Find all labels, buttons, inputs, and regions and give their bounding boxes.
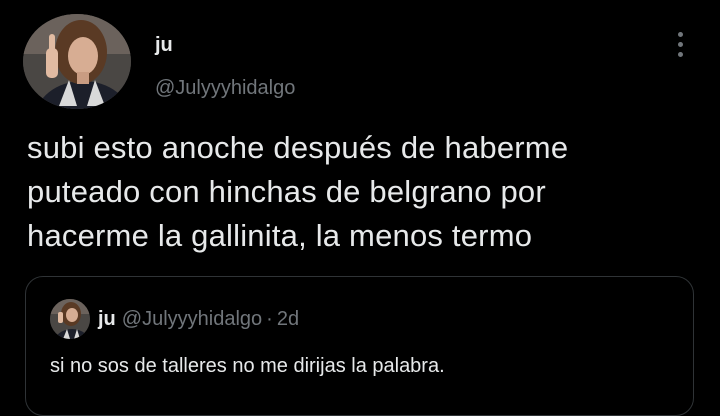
avatar[interactable] [23,14,131,109]
quoted-timestamp[interactable]: 2d [277,308,299,330]
quoted-display-name[interactable]: ju [98,308,116,330]
quoted-separator: · [266,308,273,330]
author-display-name[interactable]: ju [155,34,173,56]
quoted-header: ju @Julyyyhidalgo · 2d [98,307,299,331]
quoted-avatar[interactable] [50,299,90,339]
author-handle[interactable]: @Julyyyhidalgo [155,76,295,100]
more-vertical-icon [677,31,683,37]
avatar-photo [23,14,131,109]
more-options-button[interactable] [668,28,692,60]
quoted-tweet[interactable]: ju @Julyyyhidalgo · 2d si no sos de tallere… [25,276,694,416]
quoted-handle[interactable]: @Julyyyhidalgo [122,308,262,330]
quoted-avatar-photo [50,299,90,339]
quoted-text: si no sos de talleres no me dirijas la p… [50,355,445,377]
tweet-text: subi esto anoche después de haberme pute… [27,130,569,253]
